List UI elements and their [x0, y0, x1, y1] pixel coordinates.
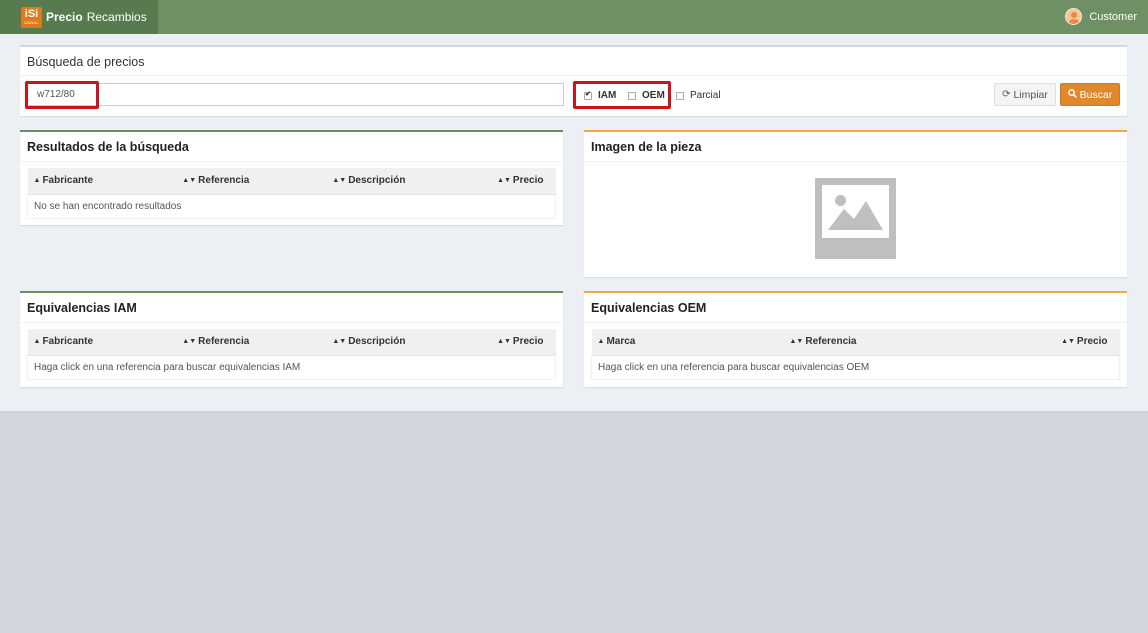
column-label: Precio	[512, 336, 544, 348]
sort-icon: ▲▼	[789, 338, 804, 346]
sort-icon: ▲▼	[182, 338, 197, 346]
oem-panel-title: Equivalencias OEM	[591, 301, 707, 315]
divider	[20, 75, 1127, 76]
iam-panel-title: Equivalencias IAM	[27, 301, 137, 315]
oem-table: ▲ Marca ▲▼ Referencia ▲▼ Precio Haga click …	[591, 329, 1120, 380]
clear-button-label: Limpiar	[1013, 88, 1048, 101]
brand-logo-link[interactable]: iSi CANAL Precio Recambios	[0, 0, 158, 34]
reference-search-input[interactable]	[27, 83, 564, 106]
column-label: Precio	[1076, 336, 1108, 348]
app-title-bold: Precio	[46, 10, 83, 24]
search-panel: Búsqueda de precios IAM OEM Parcial ⟳ Li…	[20, 45, 1127, 116]
column-header-referencia[interactable]: ▲▼ Referencia	[783, 329, 1034, 356]
sort-icon: ▲▼	[332, 338, 347, 346]
column-label: Referencia	[198, 336, 250, 348]
sort-asc-icon: ▲	[597, 338, 605, 346]
column-header-marca[interactable]: ▲ Marca	[591, 329, 784, 356]
column-label: Referencia	[198, 175, 250, 187]
column-header-referencia[interactable]: ▲▼ Referencia	[176, 168, 327, 195]
sort-icon: ▲▼	[497, 177, 511, 185]
divider	[20, 161, 563, 162]
iam-table: ▲ Fabricante ▲▼ Referencia ▲▼ Descripción ▲…	[27, 329, 556, 380]
search-icon	[1067, 88, 1077, 101]
empty-message: Haga click en una referencia para buscar…	[27, 354, 556, 380]
table-row: Haga click en una referencia para buscar…	[27, 354, 556, 380]
column-label: Referencia	[805, 336, 857, 348]
table-row: No se han encontrado resultados	[27, 193, 556, 219]
results-table: ▲ Fabricante ▲▼ Referencia ▲▼ Descripción ▲…	[27, 168, 556, 219]
checkbox-parcial-box[interactable]	[676, 91, 684, 100]
user-name: Customer	[1089, 10, 1137, 23]
checkbox-parcial-label: Parcial	[690, 90, 721, 101]
clear-button[interactable]: ⟳ Limpiar	[994, 83, 1056, 106]
column-label: Marca	[606, 336, 636, 348]
column-header-referencia[interactable]: ▲▼ Referencia	[176, 329, 327, 356]
divider	[584, 322, 1127, 323]
isi-logo: iSi CANAL	[21, 6, 42, 28]
highlight-frame-checkboxes	[573, 81, 671, 109]
part-image-panel-title: Imagen de la pieza	[591, 140, 702, 154]
column-header-fabricante[interactable]: ▲ Fabricante	[27, 168, 177, 195]
refresh-icon: ⟳	[1002, 89, 1011, 100]
main-content: Búsqueda de precios IAM OEM Parcial ⟳ Li…	[0, 34, 1148, 411]
search-button[interactable]: Buscar	[1060, 83, 1120, 106]
table-row: Haga click en una referencia para buscar…	[591, 354, 1120, 380]
results-panel-title: Resultados de la búsqueda	[27, 140, 189, 154]
search-panel-title: Búsqueda de precios	[27, 55, 145, 69]
sort-icon: ▲▼	[497, 338, 511, 346]
highlight-frame-input	[25, 81, 99, 109]
divider	[584, 161, 1127, 162]
sort-asc-icon: ▲	[33, 338, 41, 346]
column-header-descripcion[interactable]: ▲▼ Descripción	[326, 168, 492, 195]
image-placeholder-icon	[815, 178, 896, 259]
column-header-descripcion[interactable]: ▲▼ Descripción	[326, 329, 492, 356]
results-panel: Resultados de la búsqueda ▲ Fabricante ▲▼…	[20, 130, 563, 225]
empty-message: Haga click en una referencia para buscar…	[591, 354, 1120, 380]
column-header-fabricante[interactable]: ▲ Fabricante	[27, 329, 177, 356]
sort-icon: ▲▼	[332, 177, 347, 185]
app-title-rest: Recambios	[86, 10, 147, 24]
part-image-panel: Imagen de la pieza	[584, 130, 1127, 277]
logo-top-text: iSi	[24, 8, 39, 20]
column-label: Descripción	[348, 175, 406, 187]
sort-icon: ▲▼	[1061, 338, 1075, 346]
column-header-precio[interactable]: ▲▼ Precio	[491, 329, 556, 356]
divider	[20, 322, 563, 323]
logo-bottom-text: CANAL	[24, 20, 39, 25]
column-header-precio[interactable]: ▲▼ Precio	[1033, 329, 1120, 356]
column-label: Descripción	[348, 336, 406, 348]
column-label: Fabricante	[42, 175, 94, 187]
user-avatar-icon	[1065, 8, 1083, 25]
column-header-precio[interactable]: ▲▼ Precio	[491, 168, 556, 195]
oem-equivalences-panel: Equivalencias OEM ▲ Marca ▲▼ Referencia ▲▼…	[584, 291, 1127, 387]
empty-message: No se han encontrado resultados	[27, 193, 556, 219]
column-label: Precio	[512, 175, 544, 187]
top-navbar: iSi CANAL Precio Recambios Customer	[0, 0, 1148, 34]
column-label: Fabricante	[42, 336, 94, 348]
checkbox-parcial[interactable]: Parcial	[676, 90, 721, 101]
sort-icon: ▲▼	[182, 177, 197, 185]
search-button-label: Buscar	[1079, 88, 1113, 101]
user-menu[interactable]: Customer	[1065, 8, 1137, 25]
sort-asc-icon: ▲	[33, 177, 41, 185]
iam-equivalences-panel: Equivalencias IAM ▲ Fabricante ▲▼ Referenc…	[20, 291, 563, 387]
